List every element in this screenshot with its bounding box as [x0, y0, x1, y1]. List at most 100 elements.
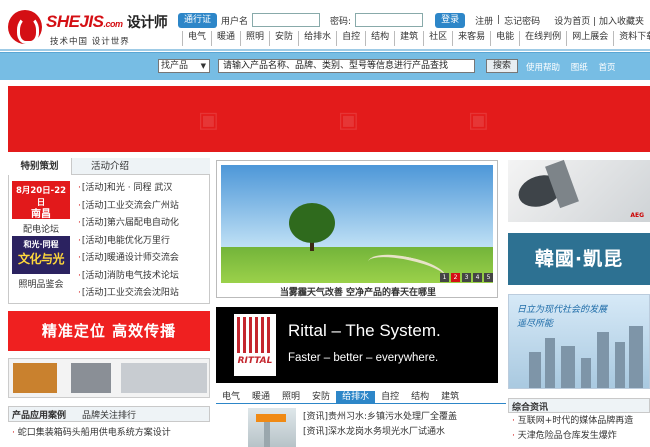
nav-item[interactable]: 建筑	[395, 31, 425, 46]
channel-nav: 电气 暖通 照明 安防 给排水 自控 结构 建筑	[216, 391, 506, 404]
add-favorite-link[interactable]: 加入收藏夹	[599, 17, 644, 27]
logo-mark-icon	[8, 10, 42, 44]
case-list: 蛇口集装箱码头船用供电系统方案设计	[12, 426, 208, 441]
slide-caption[interactable]: 当雾霾天气改善 空净产品的春天在哪里	[217, 285, 499, 298]
slide-tree	[289, 203, 335, 243]
news-thumbnail[interactable]	[248, 408, 296, 447]
main-nav: 电气暖通照明安防给排水自控结构建筑社区来客易电能在线判例网上展会资料下载	[182, 31, 650, 46]
rittal-ad[interactable]: RITTAL Rittal – The System. Faster – bet…	[216, 307, 498, 383]
list-item[interactable]: 天津危险品仓库发生爆炸	[512, 429, 650, 444]
channel-nav-item[interactable]: 结构	[405, 391, 435, 403]
forum-promo[interactable]: 8月20日-22日 南昌	[12, 181, 70, 220]
help-link[interactable]: 使用帮助	[526, 63, 560, 73]
product-image[interactable]	[71, 363, 111, 393]
channel-nav-item[interactable]: 建筑	[435, 391, 465, 403]
promo2-top: 和光·同程	[23, 240, 59, 249]
rittal-title: Rittal – The System.	[288, 321, 441, 340]
list-item[interactable]: [活动]暖通设计师交流会	[78, 250, 208, 268]
password-label: 密码:	[330, 16, 352, 27]
building	[615, 342, 625, 388]
nav-item[interactable]: 结构	[366, 31, 396, 46]
building	[581, 358, 591, 388]
product-image[interactable]	[121, 363, 207, 393]
search-button[interactable]: 搜索	[486, 59, 518, 73]
nav-item[interactable]: 暖通	[212, 31, 242, 46]
list-item[interactable]: [活动]工业交流会广州站	[78, 198, 208, 216]
pager-dot[interactable]: 5	[484, 273, 493, 282]
building	[545, 338, 555, 388]
set-homepage-link[interactable]: 设为首页	[554, 17, 590, 27]
nav-item[interactable]: 安防	[270, 31, 300, 46]
nav-item[interactable]: 网上展会	[567, 31, 615, 46]
list-item[interactable]: [活动]第六届配电自动化	[78, 215, 208, 233]
search-category-select[interactable]: 找产品	[158, 59, 210, 73]
nav-item[interactable]: 照明	[241, 31, 271, 46]
rittal-logo: RITTAL	[234, 314, 276, 376]
news-list: [资讯]贵州习水:乡镇污水处理厂全覆盖 [资讯]深水龙岗水务坝光水厂试通水	[303, 410, 503, 440]
building	[529, 352, 541, 388]
pager-dot[interactable]: 3	[462, 273, 471, 282]
list-item[interactable]: [活动]消防电气技术论坛	[78, 268, 208, 286]
channel-nav-item[interactable]: 给排水	[336, 391, 376, 403]
tab-cases[interactable]: 产品应用案例	[12, 408, 66, 421]
list-item[interactable]: [资讯]深水龙岗水务坝光水厂试通水	[303, 425, 503, 440]
building	[629, 326, 643, 388]
red-banner[interactable]: ▣ ▣ ▣	[8, 86, 650, 152]
tab-general-news[interactable]: 综合资讯	[512, 400, 548, 413]
password-input[interactable]	[355, 13, 424, 27]
aeg-ad[interactable]: AEG	[508, 159, 650, 222]
pager-dot[interactable]: 4	[473, 273, 482, 282]
event-list: [活动]和光 · 同程 武汉 [活动]工业交流会广州站 [活动]第六届配电自动化…	[78, 180, 208, 303]
pass-label: 通行证	[178, 12, 218, 28]
banner-watermark: ▣	[338, 108, 359, 133]
login-button[interactable]: 登录	[435, 12, 466, 28]
lighting-promo[interactable]: 和光·同程 文化与光	[12, 236, 70, 274]
list-item[interactable]: [活动]工业交流会沈阳站	[78, 285, 208, 303]
register-link[interactable]: 注册	[475, 14, 493, 27]
tab-brand-ranking[interactable]: 品牌关注排行	[82, 408, 136, 421]
drawings-link[interactable]: 图纸	[571, 63, 588, 73]
channel-nav-item[interactable]: 照明	[276, 391, 306, 403]
nav-item[interactable]: 资料下载	[614, 31, 650, 46]
nav-item[interactable]: 给排水	[299, 31, 338, 46]
rittal-logo-text: RITTAL	[237, 356, 273, 366]
list-item[interactable]: 互联网+时代的媒体品牌再造	[512, 414, 650, 429]
site-logo[interactable]: SHEJIS.com 设计师 技术中国 设计世界	[6, 8, 168, 52]
logo-brand: SHEJIS.com 设计师	[46, 12, 168, 31]
channel-nav-item[interactable]: 自控	[375, 391, 405, 403]
username-input[interactable]	[252, 13, 321, 27]
promo-city: 南昌	[31, 209, 51, 220]
forum-caption[interactable]: 配电论坛	[12, 222, 70, 235]
rittal-tagline: Faster – better – everywhere.	[288, 352, 439, 364]
forgot-password-link[interactable]: 忘记密码	[504, 14, 540, 27]
channel-nav-item[interactable]: 暖通	[246, 391, 276, 403]
channel-nav-item[interactable]: 安防	[306, 391, 336, 403]
feature-slideshow[interactable]: 1 2 3 4 5 当雾霾天气改善 空净产品的春天在哪里	[216, 160, 498, 298]
tab-special[interactable]: 特别策划	[8, 158, 72, 175]
ad-banner[interactable]: 精准定位 高效传播	[8, 311, 210, 351]
search-input[interactable]: 请输入产品名称、品牌、类别、型号等信息进行产品查找	[218, 59, 475, 73]
korea-ad[interactable]: 韓國·凱昆	[508, 233, 650, 285]
home-link[interactable]: 首页	[598, 63, 615, 73]
nav-item[interactable]: 在线判例	[520, 31, 568, 46]
list-item[interactable]: 蛇口集装箱码头船用供电系统方案设计	[12, 426, 208, 441]
hitachi-ad[interactable]: 日立为现代社会的发展 遥尽所能	[508, 294, 650, 389]
hitachi-line1: 日立为现代社会的发展	[517, 305, 608, 315]
nav-item[interactable]: 电能	[491, 31, 521, 46]
pager-dot[interactable]: 2	[451, 273, 460, 282]
lighting-caption[interactable]: 照明品鉴会	[12, 277, 70, 290]
building	[597, 332, 609, 388]
pager-dot[interactable]: 1	[440, 273, 449, 282]
list-item[interactable]: [活动]电能优化万里行	[78, 233, 208, 251]
nav-item[interactable]: 来客易	[453, 31, 492, 46]
channel-nav-item[interactable]: 电气	[216, 391, 246, 403]
general-news-list: 互联网+时代的媒体品牌再造 天津危险品仓库发生爆炸	[512, 414, 650, 444]
tab-events[interactable]: 活动介绍	[78, 158, 142, 175]
list-item[interactable]: [活动]和光 · 同程 武汉	[78, 180, 208, 198]
product-image[interactable]	[13, 363, 57, 393]
nav-item[interactable]: 社区	[424, 31, 454, 46]
list-item[interactable]: [资讯]贵州习水:乡镇污水处理厂全覆盖	[303, 410, 503, 425]
nav-item[interactable]: 自控	[337, 31, 367, 46]
nav-item[interactable]: 电气	[182, 31, 213, 46]
banner-watermark: ▣	[468, 108, 489, 133]
